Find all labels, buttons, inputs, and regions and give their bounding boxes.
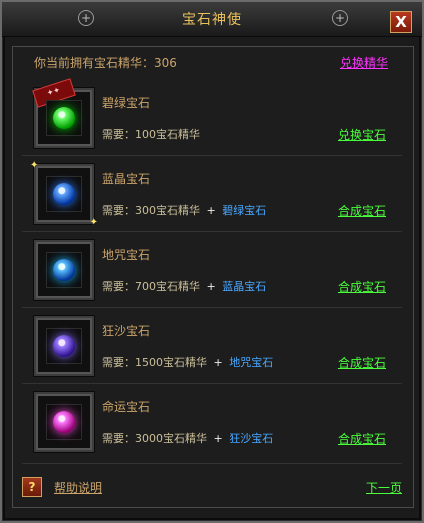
synthesize-gem-button[interactable]: 合成宝石 [338, 354, 386, 371]
title-ornament-right-icon: + [332, 10, 348, 26]
gem-name: 碧绿宝石 [102, 96, 151, 110]
gem-master-window: + 宝石神使 + X 你当前拥有宝石精华：306 兑换精华 ✦✦ 碧绿宝石 需要… [0, 0, 424, 523]
gem-slot[interactable] [34, 316, 94, 376]
gem-name: 地咒宝石 [102, 248, 151, 262]
title-bar: + 宝石神使 + X [2, 2, 422, 37]
close-button[interactable]: X [390, 11, 412, 33]
gem-slot[interactable] [34, 392, 94, 452]
divider [22, 307, 402, 308]
footer: ? 帮助说明 下一页 [22, 474, 402, 500]
essence-count: 你当前拥有宝石精华：306 [34, 56, 177, 70]
help-link[interactable]: 帮助说明 [54, 479, 102, 496]
gem-pink-icon [53, 411, 75, 433]
divider [22, 383, 402, 384]
gem-row: 命运宝石 需要：3000宝石精华 + 狂沙宝石 合成宝石 [22, 386, 406, 458]
synthesize-gem-button[interactable]: 合成宝石 [338, 430, 386, 447]
help-icon[interactable]: ? [22, 477, 42, 497]
synthesize-gem-button[interactable]: 合成宝石 [338, 278, 386, 295]
sparkle-icon: ✦ [89, 217, 98, 228]
divider [22, 463, 402, 464]
gem-name: 狂沙宝石 [102, 324, 151, 338]
gem-requirement: 需要：700宝石精华 + 蓝晶宝石 [102, 280, 267, 293]
gem-requirement: 需要：1500宝石精华 + 地咒宝石 [102, 356, 274, 369]
gem-row: ✦✦ 碧绿宝石 需要：100宝石精华 兑换宝石 [22, 78, 406, 154]
next-page-link[interactable]: 下一页 [366, 479, 402, 496]
gem-row: ✦ ✦ 蓝晶宝石 需要：300宝石精华 + 碧绿宝石 合成宝石 [22, 158, 406, 230]
exchange-gem-button[interactable]: 兑换宝石 [338, 126, 386, 143]
gem-requirement: 需要：300宝石精华 + 碧绿宝石 [102, 204, 267, 217]
gem-cyan-icon [53, 259, 75, 281]
gem-name: 命运宝石 [102, 400, 151, 414]
synthesize-gem-button[interactable]: 合成宝石 [338, 202, 386, 219]
gem-slot[interactable]: ✦ ✦ [30, 160, 98, 228]
sparkle-icon: ✦ [30, 160, 39, 171]
gem-row: 地咒宝石 需要：700宝石精华 + 蓝晶宝石 合成宝石 [22, 234, 406, 306]
gem-row: 狂沙宝石 需要：1500宝石精华 + 地咒宝石 合成宝石 [22, 310, 406, 382]
gem-green-icon [53, 107, 75, 129]
gem-requirement: 需要：100宝石精华 [102, 128, 200, 141]
exchange-essence-link[interactable]: 兑换精华 [340, 54, 388, 71]
gem-requirement: 需要：3000宝石精华 + 狂沙宝石 [102, 432, 274, 445]
divider [22, 231, 402, 232]
gem-purple-icon [53, 335, 75, 357]
gem-name: 蓝晶宝石 [102, 172, 151, 186]
divider [22, 155, 402, 156]
window-title: 宝石神使 [182, 12, 242, 28]
gem-slot[interactable] [34, 240, 94, 300]
gem-slot[interactable]: ✦✦ [32, 78, 94, 148]
gem-blue-icon [53, 183, 75, 205]
